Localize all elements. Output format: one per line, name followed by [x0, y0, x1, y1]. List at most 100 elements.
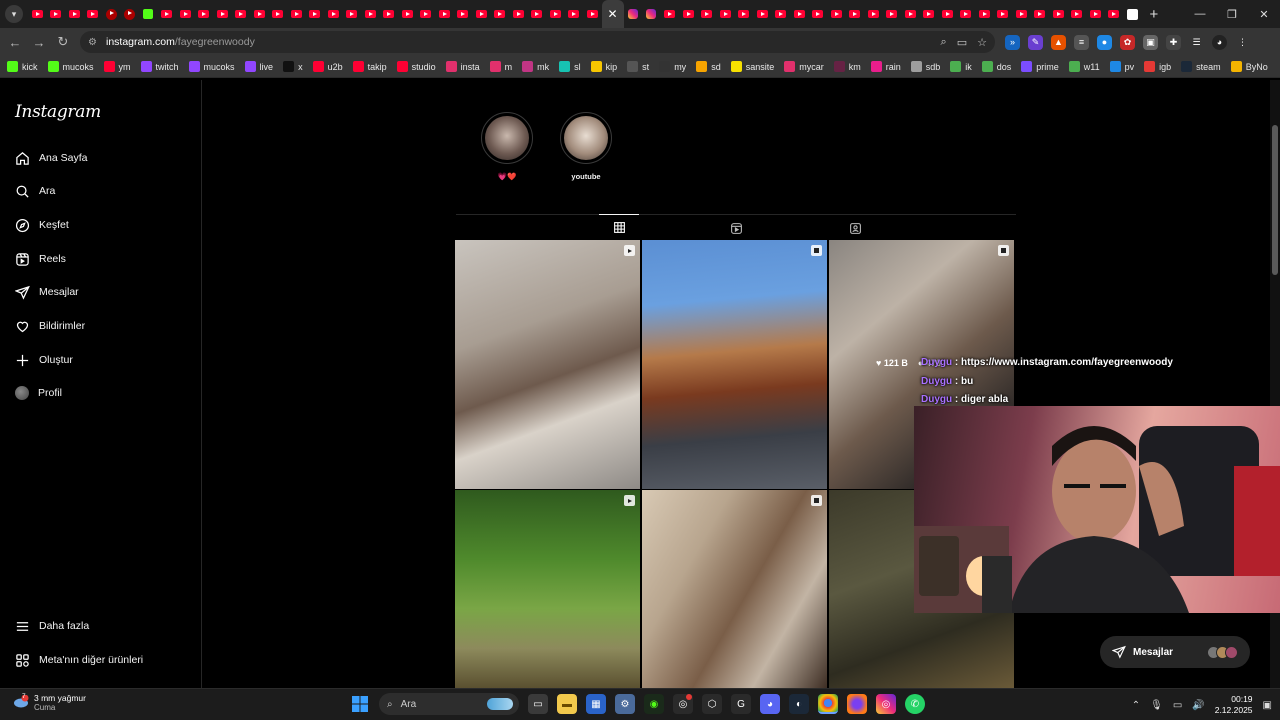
tab-youtube[interactable] [864, 0, 883, 28]
clock[interactable]: 00:19 2.12.2025 [1215, 694, 1253, 716]
tab-youtube[interactable] [661, 0, 680, 28]
razer-icon[interactable]: ◉ [644, 694, 664, 714]
tab-youtube[interactable] [735, 0, 754, 28]
tab-youtube[interactable] [1068, 0, 1087, 28]
extensions-puzzle-icon[interactable]: ✚ [1166, 34, 1181, 50]
discord-icon[interactable]: ◕ [760, 694, 780, 714]
nav-profile[interactable]: Profil [15, 382, 62, 404]
chrome-icon[interactable] [818, 694, 838, 714]
weather-widget[interactable]: 7 3 mm yağmur Cuma [12, 693, 86, 712]
extension-icon[interactable]: ≡ [1074, 34, 1089, 50]
bookmark-item[interactable]: ym [103, 61, 131, 72]
tab-youtube[interactable] [1012, 0, 1031, 28]
tab-youtube[interactable] [994, 0, 1013, 28]
bookmark-item[interactable]: rain [870, 61, 901, 72]
close-tab-icon[interactable]: ✕ [607, 7, 617, 21]
bookmark-item[interactable]: x [283, 61, 303, 72]
tab-youtube[interactable] [679, 0, 698, 28]
extension-icon[interactable]: ✿ [1120, 34, 1135, 50]
file-explorer-icon[interactable]: ▬ [557, 694, 577, 714]
nav-reels[interactable]: Reels [15, 248, 66, 270]
obs-icon[interactable]: ◎ [673, 694, 693, 714]
tab-youtube[interactable] [809, 0, 828, 28]
firefox-icon[interactable] [847, 694, 867, 714]
nav-create[interactable]: Oluştur [15, 349, 73, 371]
profile-avatar-icon[interactable]: ◕ [1212, 34, 1227, 50]
messages-button[interactable]: Mesajlar [1100, 636, 1250, 668]
bookmark-item[interactable]: sl [559, 61, 581, 72]
tab-youtube[interactable] [250, 0, 269, 28]
tab-youtube[interactable] [509, 0, 528, 28]
bookmark-item[interactable]: w11 [1068, 61, 1100, 72]
nav-home[interactable]: Ana Sayfa [15, 147, 87, 169]
extension-icon[interactable]: ● [1097, 34, 1112, 50]
tab-youtube[interactable] [698, 0, 717, 28]
extension-icon[interactable]: ✎ [1028, 34, 1043, 50]
tab-posts[interactable] [599, 214, 639, 240]
taskbar-search[interactable]: ⌕ Ara [379, 693, 519, 715]
cast-icon[interactable]: ▭ [957, 36, 967, 49]
microphone-icon[interactable]: 🎙 [1150, 700, 1163, 711]
tab-youtube[interactable] [232, 0, 251, 28]
tab-search-button[interactable]: ▾ [5, 5, 23, 23]
tab-youtube[interactable] [195, 0, 214, 28]
bookmark-item[interactable]: ByNo [1230, 61, 1268, 72]
tab-youtube[interactable] [417, 0, 436, 28]
extension-icon[interactable]: ▲ [1051, 34, 1066, 50]
bookmark-item[interactable]: studio [396, 61, 436, 72]
story-highlight[interactable]: 💗❤️ [480, 112, 534, 181]
nav-messages[interactable]: Mesajlar [15, 281, 79, 303]
bookmark-item[interactable]: st [627, 61, 649, 72]
bookmark-item[interactable]: km [833, 61, 861, 72]
tab-ig[interactable] [624, 0, 643, 28]
tab-kick[interactable] [139, 0, 158, 28]
app-icon[interactable]: G [731, 694, 751, 714]
volume-icon[interactable]: 🔊 [1192, 700, 1204, 711]
zoom-icon[interactable]: ⌕ [941, 36, 947, 49]
nav-notifications[interactable]: Bildirimler [15, 315, 85, 337]
bookmark-item[interactable]: kick [7, 61, 38, 72]
tab-youtube[interactable] [361, 0, 380, 28]
tab-youtube[interactable] [546, 0, 565, 28]
instagram-logo[interactable]: Instagram [15, 102, 101, 122]
bookmark-item[interactable]: igb [1144, 61, 1171, 72]
bookmark-star-icon[interactable]: ☆ [977, 36, 987, 49]
tab-youtube[interactable] [753, 0, 772, 28]
tab-youtube[interactable] [883, 0, 902, 28]
bookmark-item[interactable]: u2b [312, 61, 343, 72]
scrollbar-thumb[interactable] [1272, 125, 1278, 275]
instagram-app-icon[interactable]: ◎ [876, 694, 896, 714]
tab-youtube[interactable] [47, 0, 66, 28]
tab-youtube[interactable] [398, 0, 417, 28]
reading-list-icon[interactable]: ☰ [1189, 35, 1204, 50]
bookmark-item[interactable]: mk [522, 61, 549, 72]
back-button[interactable]: ← [3, 35, 27, 50]
bookmark-item[interactable]: kip [590, 61, 617, 72]
bookmark-item[interactable]: sansite [730, 61, 774, 72]
tab-ig[interactable] [642, 0, 661, 28]
tab-youtube[interactable] [957, 0, 976, 28]
reload-button[interactable]: ↻ [51, 34, 75, 50]
unity-icon[interactable]: ⬡ [702, 694, 722, 714]
bookmark-item[interactable]: takip [352, 61, 387, 72]
chevron-up-icon[interactable]: ⌃ [1132, 700, 1140, 711]
tab-z[interactable] [1123, 0, 1142, 28]
post-thumbnail[interactable] [455, 240, 640, 489]
post-thumbnail[interactable] [455, 490, 640, 688]
post-thumbnail[interactable] [642, 490, 827, 688]
tab-youtube[interactable] [435, 0, 454, 28]
tab-youtube[interactable] [491, 0, 510, 28]
tab-dark[interactable] [121, 0, 140, 28]
tab-dark[interactable] [102, 0, 121, 28]
tab-youtube[interactable] [343, 0, 362, 28]
tab-youtube[interactable] [827, 0, 846, 28]
notifications-icon[interactable]: ▣ [1263, 700, 1272, 711]
close-window-button[interactable]: ✕ [1248, 0, 1280, 28]
bookmark-item[interactable]: pv [1109, 61, 1134, 72]
tab-youtube[interactable] [583, 0, 602, 28]
tab-youtube[interactable] [454, 0, 473, 28]
bookmark-item[interactable]: live [244, 61, 273, 72]
tab-youtube[interactable] [901, 0, 920, 28]
bookmark-item[interactable]: twitch [140, 61, 179, 72]
tab-youtube[interactable] [176, 0, 195, 28]
